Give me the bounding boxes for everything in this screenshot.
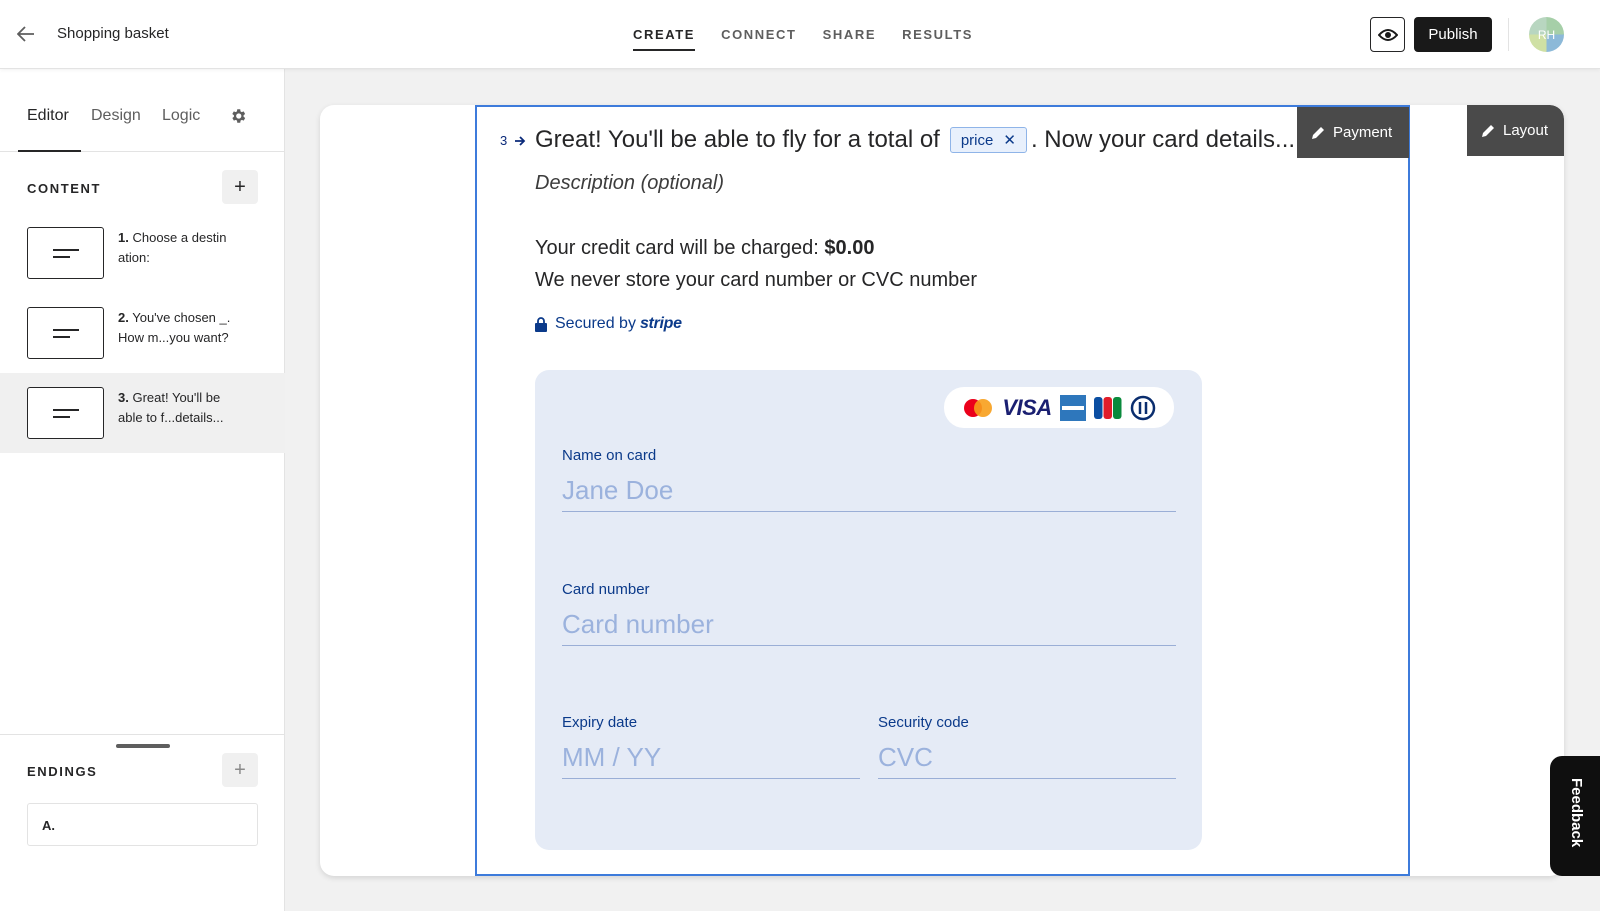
sidebar-tabs: Editor Design Logic — [0, 69, 285, 152]
form-title[interactable]: Shopping basket — [57, 25, 169, 42]
payment-settings-button[interactable]: Payment — [1297, 107, 1409, 158]
pencil-icon — [1312, 126, 1324, 139]
short-text-thumbnail-icon — [27, 227, 104, 279]
feedback-button[interactable]: Feedback — [1550, 756, 1600, 876]
question-item-2[interactable]: 2. You've chosen _. How m...you want? — [0, 293, 285, 373]
question-item-1[interactable]: 1. Choose a destin ation: — [0, 213, 285, 293]
name-on-card-label: Name on card — [562, 447, 657, 464]
form-canvas: 3 Great! You'll be able to fly for a tot… — [320, 105, 1564, 876]
tab-results[interactable]: RESULTS — [889, 0, 986, 69]
card-form: VISA Name on card Card number Expiry dat… — [535, 370, 1202, 850]
question-item-label: 1. Choose a destin ation: — [118, 230, 227, 265]
payment-block[interactable]: 3 Great! You'll be able to fly for a tot… — [475, 105, 1410, 876]
tab-logic[interactable]: Logic — [162, 107, 200, 125]
question-description[interactable]: Description (optional) — [535, 172, 724, 195]
lock-icon — [535, 316, 547, 332]
avatar[interactable]: RH — [1529, 17, 1564, 52]
close-icon[interactable]: ✕ — [1003, 131, 1016, 149]
header-divider — [1508, 18, 1509, 51]
short-text-thumbnail-icon — [27, 387, 104, 439]
ending-item[interactable]: A. — [27, 803, 258, 846]
tab-connect[interactable]: CONNECT — [708, 0, 809, 69]
eye-icon — [1377, 28, 1398, 41]
amex-icon — [1059, 394, 1086, 421]
expiry-date-label: Expiry date — [562, 714, 638, 731]
gear-icon[interactable] — [229, 107, 247, 125]
tab-editor[interactable]: Editor — [27, 107, 69, 125]
visa-icon: VISA — [1002, 394, 1052, 420]
sidebar: Editor Design Logic CONTENT + 1. Choose … — [0, 69, 285, 911]
jcb-icon — [1093, 396, 1122, 419]
stripe-logo: stripe — [639, 315, 682, 332]
question-number: 3 — [500, 133, 508, 148]
privacy-note: We never store your card number or CVC n… — [535, 269, 978, 291]
tab-design[interactable]: Design — [91, 107, 141, 125]
add-ending-button[interactable]: + — [222, 753, 258, 787]
arrow-left-icon — [17, 26, 34, 42]
arrow-right-icon — [515, 136, 526, 146]
security-code-label: Security code — [878, 714, 969, 731]
short-text-thumbnail-icon — [27, 307, 104, 359]
pencil-icon — [1482, 124, 1494, 137]
endings-section-label: ENDINGS — [27, 764, 98, 779]
security-code-input[interactable] — [878, 737, 1176, 779]
tab-create[interactable]: CREATE — [620, 0, 708, 69]
back-button[interactable] — [14, 22, 38, 46]
question-item-3[interactable]: 3. Great! You'll be able to f...details.… — [0, 373, 285, 453]
charge-text: Your credit card will be charged: $0.00 — [535, 237, 875, 259]
card-number-label: Card number — [562, 581, 650, 598]
name-on-card-input[interactable] — [562, 470, 1176, 512]
active-tab-indicator — [18, 150, 81, 152]
question-item-label: 3. Great! You'll be able to f...details.… — [118, 390, 224, 425]
add-question-button[interactable]: + — [222, 170, 258, 204]
card-number-input[interactable] — [562, 604, 1176, 646]
price-variable-chip[interactable]: price ✕ — [949, 127, 1027, 153]
publish-button[interactable]: Publish — [1414, 17, 1492, 52]
card-brands: VISA — [944, 387, 1174, 428]
question-title[interactable]: Great! You'll be able to fly for a total… — [535, 126, 1295, 154]
main-nav: CREATE CONNECT SHARE RESULTS — [620, 0, 986, 69]
charge-amount: $0.00 — [824, 237, 875, 259]
resize-handle[interactable] — [116, 744, 170, 748]
question-item-label: 2. You've chosen _. How m...you want? — [118, 310, 231, 345]
top-bar: Shopping basket CREATE CONNECT SHARE RES… — [0, 0, 1600, 69]
mastercard-icon — [964, 398, 993, 417]
layout-settings-button[interactable]: Layout — [1467, 105, 1564, 156]
preview-button[interactable] — [1370, 17, 1405, 52]
content-section-label: CONTENT — [27, 181, 102, 196]
endings-divider — [0, 734, 285, 735]
secured-by-stripe: Secured by stripe — [535, 315, 682, 333]
diners-icon — [1130, 395, 1155, 420]
expiry-date-input[interactable] — [562, 737, 860, 779]
tab-share[interactable]: SHARE — [810, 0, 890, 69]
